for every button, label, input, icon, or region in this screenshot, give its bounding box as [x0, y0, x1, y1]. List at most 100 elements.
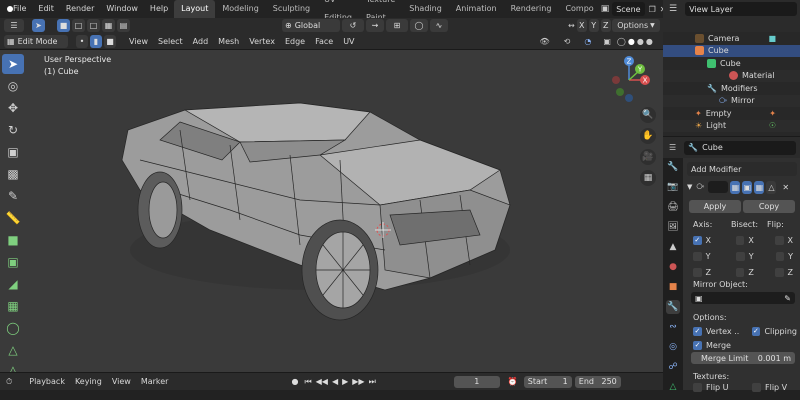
menu-mesh[interactable]: Mesh [213, 37, 244, 46]
play-icon[interactable]: ▶ [342, 377, 348, 386]
vertex-groups-checkbox[interactable]: ✓ [693, 326, 702, 336]
tab-animation[interactable]: Animation [449, 0, 504, 18]
editor-type-button[interactable]: ☰ [4, 19, 24, 32]
tab-modifier-icon[interactable]: 🔧 [666, 300, 680, 314]
scene-selector[interactable]: Scene [612, 2, 645, 16]
flip-z-checkbox[interactable] [774, 267, 784, 277]
menu-add[interactable]: Add [188, 37, 214, 46]
menu-select[interactable]: Select [153, 37, 188, 46]
xray-toggle-icon[interactable]: ▣ [603, 37, 611, 46]
measure-tool-icon[interactable]: 📏 [2, 208, 24, 228]
tab-tool-icon[interactable]: 🔧 [666, 160, 680, 174]
flip-x-checkbox[interactable] [774, 235, 784, 245]
tab-shading[interactable]: Shading [402, 0, 449, 18]
select-box-tool-icon[interactable]: ➤ [32, 19, 45, 32]
view-object-types-icon[interactable]: 👁 [540, 37, 550, 46]
merge-limit-field[interactable]: Merge Limit 0.001 m [691, 352, 795, 364]
menu-edit[interactable]: Edit [32, 0, 60, 18]
clock-icon[interactable]: ⏰ [508, 377, 518, 386]
record-icon[interactable]: ● [291, 377, 298, 386]
tab-compositing[interactable]: Compo [558, 0, 600, 18]
menu-timeline-view[interactable]: View [107, 377, 136, 386]
tab-sculpting[interactable]: Sculpting [266, 0, 317, 18]
axis-z-checkbox[interactable] [693, 267, 702, 277]
tab-scene-icon[interactable]: ▲ [666, 240, 680, 254]
realtime-toggle-icon[interactable]: ▣ [742, 180, 753, 194]
select-mode-new-icon[interactable]: ■ [57, 19, 70, 32]
snap-target-icon[interactable]: ⊞ [386, 19, 408, 32]
outliner-row-camera[interactable]: Camera ■ [663, 32, 800, 45]
mirror-x-button[interactable]: X [576, 19, 587, 32]
camera-view-icon[interactable]: 🎥 [640, 149, 656, 165]
snap-icon[interactable]: ⇝ [366, 19, 384, 32]
outliner-row-cube[interactable]: Cube [663, 44, 800, 57]
options-dropdown[interactable]: Options ▼ [612, 19, 660, 32]
gizmo-toggle-icon[interactable]: ⟲ [564, 37, 571, 46]
edit-mode-toggle-icon[interactable]: ▦ [730, 180, 741, 194]
select-mode-invert-icon[interactable]: ▦ [102, 19, 115, 32]
properties-object-field[interactable]: 🔧 Cube [684, 140, 797, 155]
tab-constraints-icon[interactable]: ☍ [666, 360, 680, 374]
falloff-icon[interactable]: ∿ [430, 19, 448, 32]
3d-viewport[interactable]: User Perspective (1) Cube [0, 50, 663, 372]
overlay-toggle-icon[interactable]: ◔ [584, 37, 591, 46]
knife-tool-icon[interactable]: ◯ [2, 318, 24, 338]
copy-button[interactable]: Copy [743, 200, 795, 213]
tab-data-icon[interactable]: △ [666, 380, 680, 394]
close-modifier-icon[interactable]: ✕ [782, 183, 789, 192]
bevel-tool-icon[interactable]: ◢ [2, 274, 24, 294]
inset-tool-icon[interactable]: ▣ [2, 252, 24, 272]
loop-cut-tool-icon[interactable]: ▦ [2, 296, 24, 316]
pan-hand-icon[interactable]: ✋ [640, 128, 656, 144]
jump-start-icon[interactable]: ⏮ [304, 377, 311, 387]
menu-window[interactable]: Window [100, 0, 144, 18]
shading-material-icon[interactable]: ● [637, 37, 644, 46]
outliner-row-empty[interactable]: ✦ Empty ✦ [663, 107, 800, 120]
copy-scene-icon[interactable]: ❐ [649, 5, 656, 14]
select-mode-subtract-icon[interactable]: □ [87, 19, 100, 32]
transform-tool-icon[interactable]: ▩ [2, 164, 24, 184]
tab-modeling[interactable]: Modeling [215, 0, 265, 18]
rotate-tool-icon[interactable]: ↻ [2, 120, 24, 140]
timeline-editor-icon[interactable]: ⏱ [6, 377, 12, 387]
modifier-name-field[interactable] [708, 181, 729, 193]
select-box-icon[interactable]: ➤ [2, 54, 24, 74]
proportional-edit-icon[interactable]: ◯ [410, 19, 428, 32]
axis-y-checkbox[interactable] [693, 251, 702, 261]
select-mode-extend-icon[interactable]: □ [72, 19, 85, 32]
select-mode-intersect-icon[interactable]: ▤ [117, 19, 130, 32]
tab-particles-icon[interactable]: ∾ [666, 320, 680, 334]
poly-build-tool-icon[interactable]: △ [2, 340, 24, 360]
tab-output-icon[interactable]: 🖨 [666, 200, 680, 214]
move-tool-icon[interactable]: ✥ [2, 98, 24, 118]
render-toggle-icon[interactable]: ▦ [754, 180, 765, 194]
outliner-row-material[interactable]: Material [663, 69, 800, 82]
zoom-icon[interactable]: 🔍 [640, 107, 656, 123]
end-frame-field[interactable]: End 250 [574, 375, 621, 388]
mode-dropdown[interactable]: ▦ Edit Mode [4, 34, 68, 48]
outliner-editor-icon[interactable]: ☰ [669, 4, 677, 14]
outliner-row-light[interactable]: ☀ Light ☉ [663, 119, 800, 132]
next-keyframe-icon[interactable]: ▶▶ [352, 377, 364, 386]
menu-keying[interactable]: Keying [70, 377, 107, 386]
tab-object-icon[interactable]: ■ [666, 280, 680, 294]
shading-solid-icon[interactable]: ● [628, 37, 635, 46]
mirror-y-button[interactable]: Y [588, 19, 599, 32]
collapse-arrow-icon[interactable]: ▼ [687, 183, 692, 191]
scale-tool-icon[interactable]: ▣ [2, 142, 24, 162]
start-frame-field[interactable]: Start 1 [523, 375, 572, 388]
edge-select-icon[interactable]: ▮ [90, 34, 102, 48]
shading-wireframe-icon[interactable]: ◯ [617, 37, 626, 46]
navigation-gizmo[interactable]: Z X Y [604, 54, 654, 106]
ortho-grid-icon[interactable]: ▦ [640, 170, 656, 186]
prev-keyframe-icon[interactable]: ◀◀ [316, 377, 328, 386]
annotate-tool-icon[interactable]: ✎ [2, 186, 24, 206]
menu-render[interactable]: Render [60, 0, 100, 18]
tab-render-icon[interactable]: 📷 [666, 180, 680, 194]
menu-playback[interactable]: Playback [24, 377, 70, 386]
mirror-object-field[interactable]: ▣ ✎ [691, 292, 795, 304]
menu-view[interactable]: View [124, 37, 153, 46]
menu-vertex[interactable]: Vertex [244, 37, 280, 46]
axis-gizmo-icon[interactable]: Z X Y [604, 54, 654, 106]
tab-world-icon[interactable]: ● [666, 260, 680, 274]
